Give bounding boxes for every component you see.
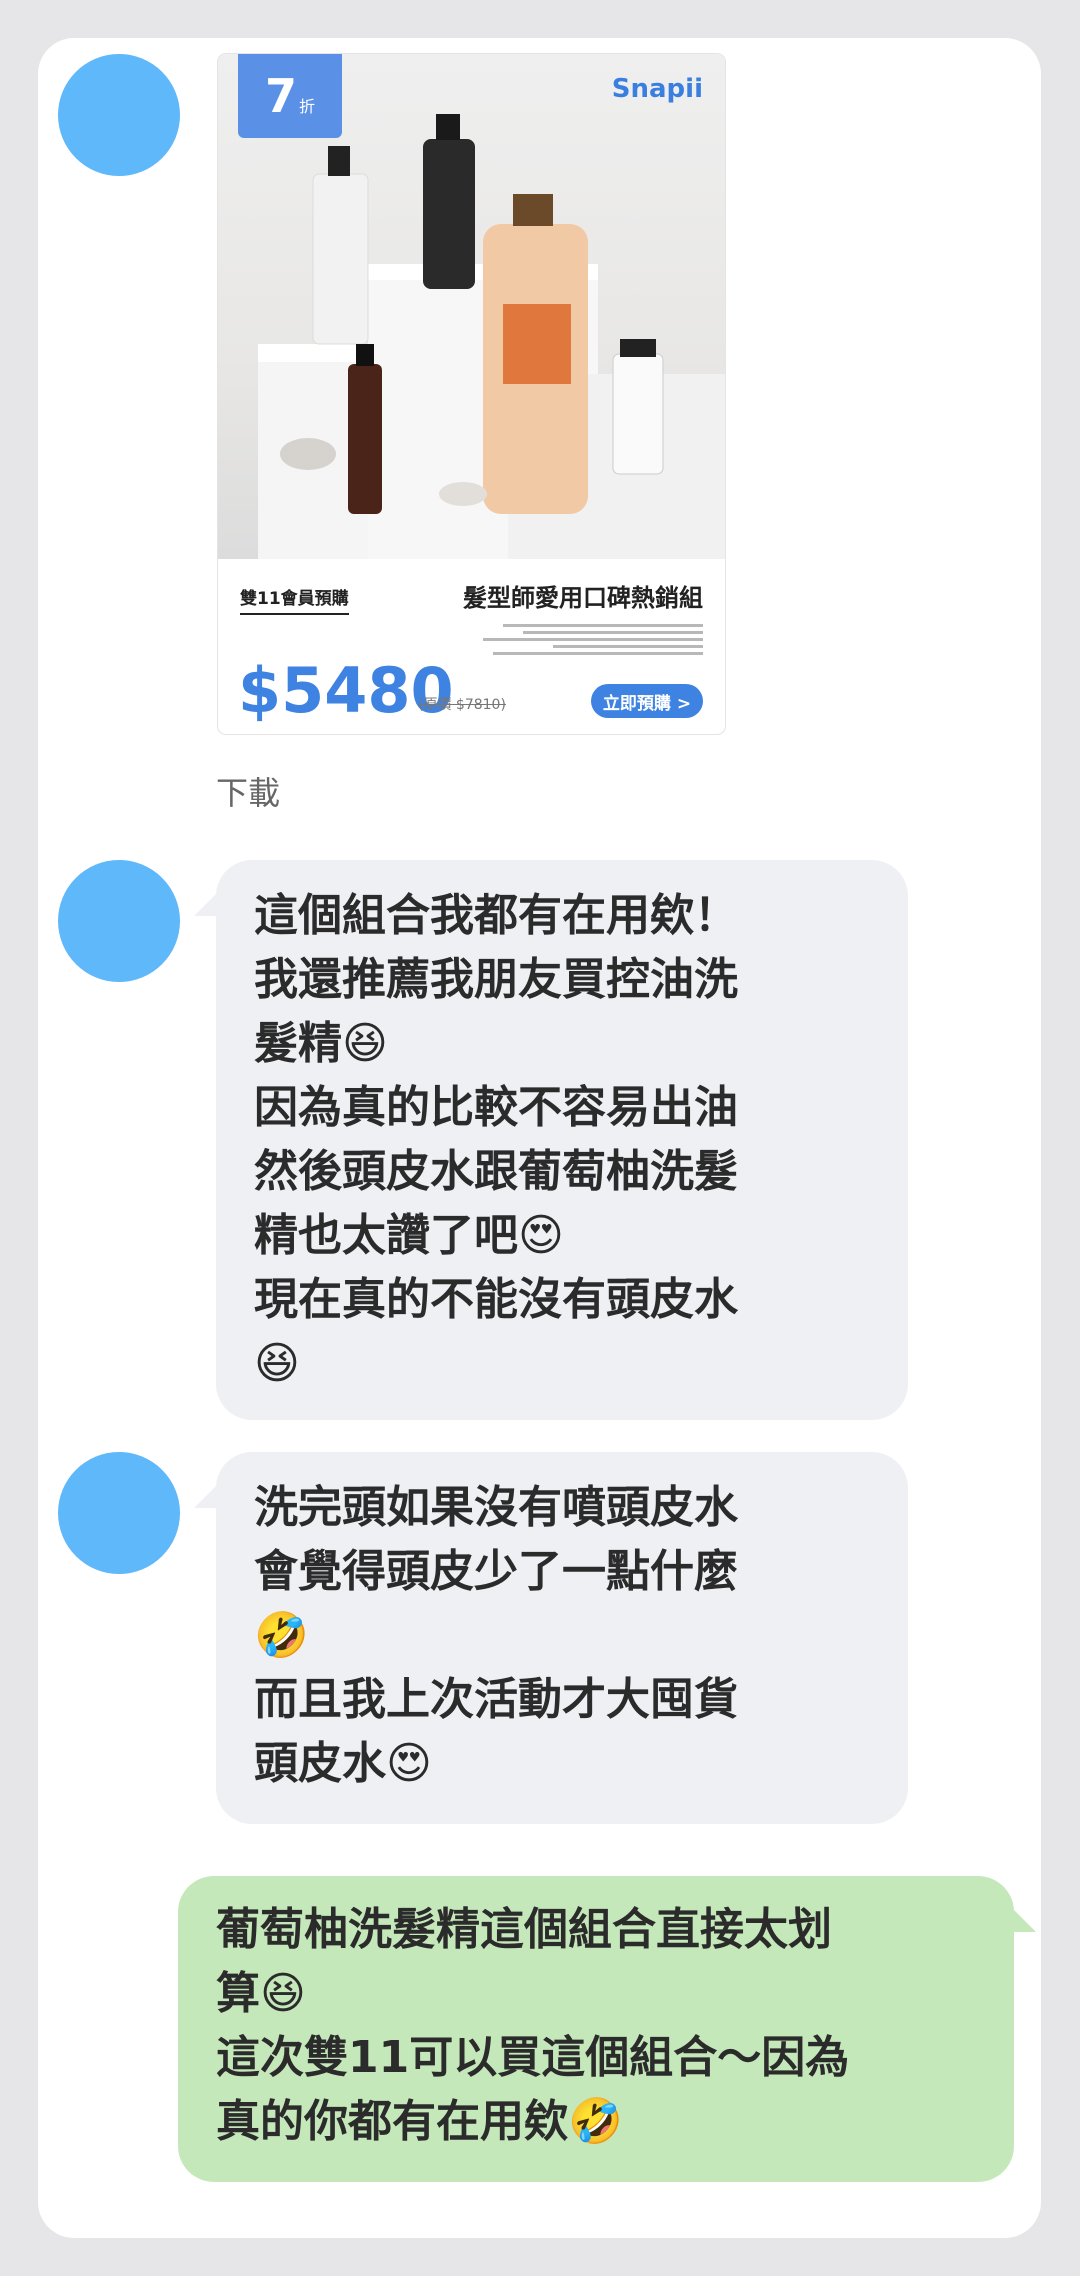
discount-badge: 7 折 xyxy=(238,54,342,138)
preorder-button[interactable]: 立即預購 > xyxy=(591,684,703,718)
promo-title: 髮型師愛用口碑熱銷組 xyxy=(463,584,703,612)
download-link[interactable]: 下載 xyxy=(216,768,280,814)
original-price: (原價 $7810) xyxy=(418,697,506,713)
message-bubble-incoming[interactable]: 洗完頭如果沒有噴頭皮水 會覺得頭皮少了一點什麼 🤣 而且我上次活動才大囤貨 頭皮… xyxy=(194,1452,908,1824)
avatar[interactable] xyxy=(58,1452,180,1574)
avatar[interactable] xyxy=(58,54,180,176)
avatar[interactable] xyxy=(58,860,180,982)
message-bubble-outgoing[interactable]: 葡萄柚洗髮精這個組合直接太划 算😆 這次雙11可以買這個組合～因為 真的你都有在… xyxy=(178,1876,1036,2182)
message-bubble-incoming[interactable]: 這個組合我都有在用欸！ 我還推薦我朋友買控油洗 髮精😆 因為真的比較不容易出油 … xyxy=(194,860,908,1420)
fine-print xyxy=(473,620,703,659)
brand-logo: Snapii xyxy=(611,74,703,104)
promo-price: $5480 xyxy=(238,654,454,727)
promo-image[interactable]: 7 折 Snapii 雙11會員預購 髮型師愛用口碑熱銷組 $5480 (原價 … xyxy=(218,54,725,734)
discount-number: 7 xyxy=(264,69,297,123)
promo-tag: 雙11會員預購 xyxy=(240,584,349,615)
discount-unit: 折 xyxy=(299,97,316,116)
